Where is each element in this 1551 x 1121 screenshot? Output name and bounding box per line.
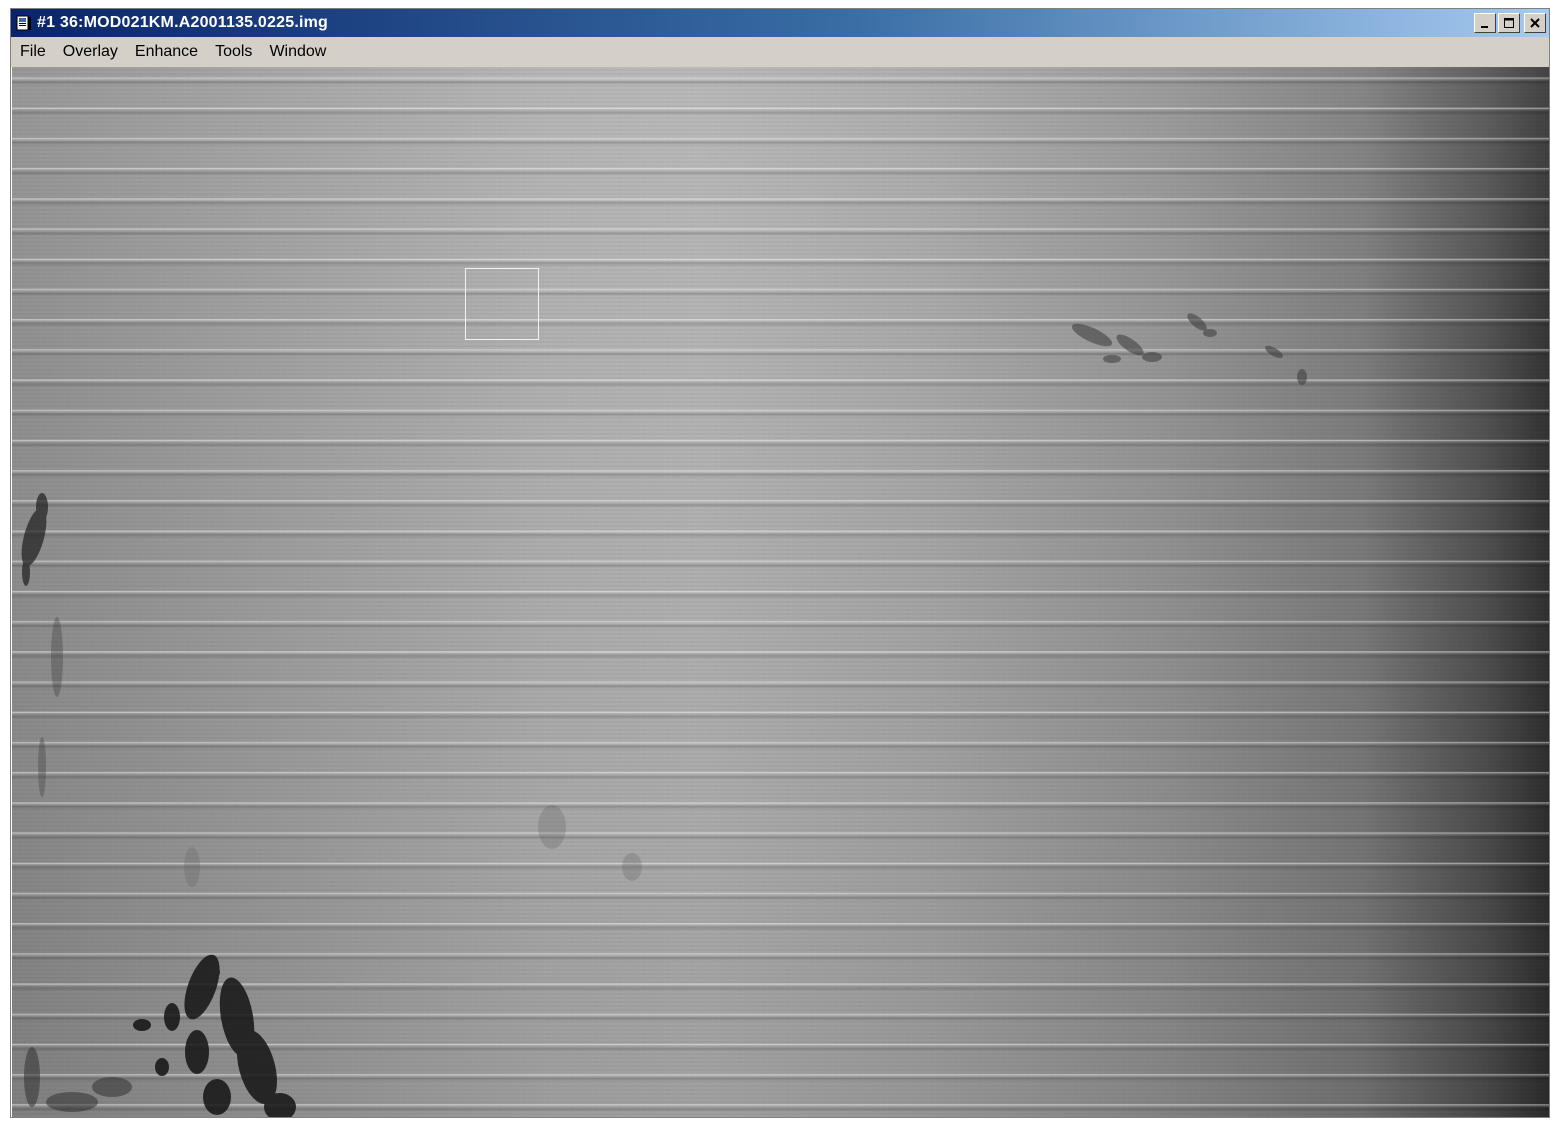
close-button[interactable] — [1524, 13, 1546, 33]
maximize-button[interactable] — [1498, 13, 1520, 33]
image-window: #1 36:MOD021KM.A2001135.0225.img File Ov… — [10, 8, 1550, 1118]
title-bar[interactable]: #1 36:MOD021KM.A2001135.0225.img — [11, 9, 1549, 37]
zoom-box[interactable] — [465, 268, 539, 340]
menu-tools[interactable]: Tools — [208, 41, 259, 63]
menu-overlay[interactable]: Overlay — [56, 41, 125, 63]
window-title: #1 36:MOD021KM.A2001135.0225.img — [37, 14, 329, 31]
menu-window[interactable]: Window — [262, 41, 333, 63]
menu-enhance[interactable]: Enhance — [128, 41, 205, 63]
maximize-icon — [1504, 18, 1514, 28]
minimize-button[interactable] — [1474, 13, 1496, 33]
minimize-icon — [1481, 26, 1488, 28]
image-window-icon[interactable] — [15, 14, 33, 32]
window-controls — [1474, 13, 1546, 33]
close-icon — [1530, 18, 1540, 28]
dark-features-overlay — [21, 313, 1307, 1117]
menu-file[interactable]: File — [13, 41, 53, 63]
satellite-image-display[interactable] — [12, 67, 1549, 1117]
menu-bar: File Overlay Enhance Tools Window — [11, 37, 1549, 67]
